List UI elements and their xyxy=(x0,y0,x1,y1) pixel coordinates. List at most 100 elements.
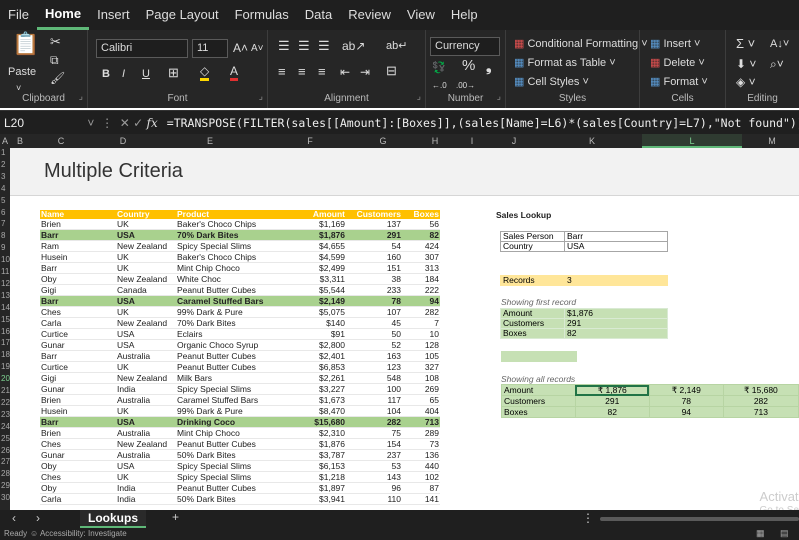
table-cell-product[interactable]: Caramel Stuffed Bars xyxy=(176,295,286,307)
table-row[interactable]: Husein UK Baker's Choco Chips $4,599 160 307 xyxy=(40,251,440,263)
table-cell-product[interactable]: 70% Dark Bites xyxy=(176,229,286,241)
table-cell-boxes[interactable]: 289 xyxy=(402,427,440,439)
row-header-9[interactable]: 9 xyxy=(0,243,10,253)
table-row[interactable]: Gigi Canada Peanut Butter Cubes $5,544 233 22… xyxy=(40,284,440,296)
table-cell-amount[interactable]: $91 xyxy=(286,328,346,340)
table-cell-boxes[interactable]: 94 xyxy=(402,295,440,307)
table-cell-product[interactable]: 70% Dark Bites xyxy=(176,317,286,329)
table-cell-name[interactable]: Brien xyxy=(40,394,116,406)
table-cell-name[interactable]: Ches xyxy=(40,471,116,483)
table-cell-name[interactable]: Barr xyxy=(40,262,116,274)
table-cell-boxes[interactable]: 404 xyxy=(402,405,440,417)
table-cell-amount[interactable]: $1,169 xyxy=(286,219,346,230)
cut-icon[interactable]: ✂ xyxy=(50,34,61,50)
table-cell-name[interactable]: Carla xyxy=(40,317,116,329)
table-cell-boxes[interactable]: 327 xyxy=(402,361,440,373)
column-header-g[interactable]: G xyxy=(354,134,412,148)
autosum-icon[interactable]: Σ ˅ xyxy=(736,36,755,52)
table-cell-customers[interactable]: 104 xyxy=(346,405,402,417)
row-header-25[interactable]: 25 xyxy=(0,434,10,444)
menu-insert[interactable]: Insert xyxy=(89,0,138,30)
table-cell-name[interactable]: Brien xyxy=(40,427,116,439)
table-row[interactable]: Curtice UK Peanut Butter Cubes $6,853 123 327 xyxy=(40,361,440,373)
table-cell-customers[interactable]: 548 xyxy=(346,372,402,384)
table-row[interactable]: Brien Australia Mint Chip Choco $2,310 75 289 xyxy=(40,427,440,439)
table-cell-customers[interactable]: 233 xyxy=(346,284,402,296)
table-cell-customers[interactable]: 160 xyxy=(346,251,402,263)
table-cell-product[interactable]: Peanut Butter Cubes xyxy=(176,482,286,494)
all-records-value[interactable]: 94 xyxy=(648,406,724,418)
all-records-value[interactable]: 78 xyxy=(648,395,724,407)
paste-button[interactable]: Paste xyxy=(8,64,36,80)
records-value[interactable]: 3 xyxy=(564,275,668,286)
table-row[interactable]: Carla New Zealand 70% Dark Bites $140 45 7 xyxy=(40,317,440,329)
table-cell-name[interactable]: Carla xyxy=(40,493,116,505)
table-cell-product[interactable]: Spicy Special Slims xyxy=(176,240,286,252)
font-family-select[interactable]: Calibri xyxy=(96,39,188,58)
table-cell-boxes[interactable]: 136 xyxy=(402,449,440,461)
table-cell-customers[interactable]: 137 xyxy=(346,219,402,230)
menu-formulas[interactable]: Formulas xyxy=(227,0,297,30)
paste-icon[interactable]: 📋 xyxy=(12,33,39,55)
all-records-value[interactable]: ₹ 15,680 xyxy=(722,384,799,396)
table-cell-name[interactable]: Curtice xyxy=(40,361,116,373)
table-row[interactable]: Oby USA Spicy Special Slims $6,153 53 440 xyxy=(40,460,440,472)
table-cell-amount[interactable]: $6,853 xyxy=(286,361,346,373)
horizontal-scrollbar[interactable] xyxy=(600,517,799,521)
table-cell-customers[interactable]: 50 xyxy=(346,328,402,340)
accounting-format-icon[interactable]: 💱 xyxy=(432,60,446,76)
table-cell-boxes[interactable]: 141 xyxy=(402,493,440,505)
table-cell-name[interactable]: Gunar xyxy=(40,339,116,351)
table-cell-customers[interactable]: 96 xyxy=(346,482,402,494)
row-header-21[interactable]: 21 xyxy=(0,386,10,396)
table-cell-name[interactable]: Brien xyxy=(40,219,116,230)
table-cell-customers[interactable]: 143 xyxy=(346,471,402,483)
menu-data[interactable]: Data xyxy=(297,0,340,30)
row-header-15[interactable]: 15 xyxy=(0,315,10,325)
table-cell-product[interactable]: Peanut Butter Cubes xyxy=(176,361,286,373)
table-row[interactable]: Ram New Zealand Spicy Special Slims $4,655 5… xyxy=(40,240,440,252)
table-cell-customers[interactable]: 117 xyxy=(346,394,402,406)
table-cell-amount[interactable]: $3,941 xyxy=(286,493,346,505)
table-row[interactable]: Gunar USA Organic Choco Syrup $2,800 52 128 xyxy=(40,339,440,351)
table-cell-boxes[interactable]: 128 xyxy=(402,339,440,351)
table-row[interactable]: Husein UK 99% Dark & Pure $8,470 104 404 xyxy=(40,405,440,417)
table-cell-country[interactable]: USA xyxy=(116,416,176,428)
table-row[interactable]: Ches New Zealand Peanut Butter Cubes $1,876… xyxy=(40,438,440,450)
table-row[interactable]: Gunar India Spicy Special Slims $3,227 100 26… xyxy=(40,383,440,395)
table-cell-country[interactable]: USA xyxy=(116,229,176,241)
table-cell-name[interactable]: Curtice xyxy=(40,328,116,340)
table-row[interactable]: Ches UK 99% Dark & Pure $5,075 107 282 xyxy=(40,306,440,318)
table-cell-country[interactable]: UK xyxy=(116,405,176,417)
row-header-11[interactable]: 11 xyxy=(0,267,10,277)
table-cell-product[interactable]: 50% Dark Bites xyxy=(176,449,286,461)
column-header-a[interactable]: A xyxy=(0,134,10,148)
table-cell-amount[interactable]: $1,673 xyxy=(286,394,346,406)
table-cell-amount[interactable]: $3,227 xyxy=(286,383,346,395)
table-cell-product[interactable]: Mint Chip Choco xyxy=(176,262,286,274)
table-cell-product[interactable]: Spicy Special Slims xyxy=(176,460,286,472)
table-cell-customers[interactable]: 54 xyxy=(346,240,402,252)
row-header-27[interactable]: 27 xyxy=(0,457,10,467)
column-header-f[interactable]: F xyxy=(266,134,354,148)
namebox-dropdown-icon[interactable]: ˅ xyxy=(87,116,94,130)
table-cell-amount[interactable]: $3,787 xyxy=(286,449,346,461)
more-icon[interactable]: ⋮ xyxy=(101,116,113,130)
table-cell-country[interactable]: UK xyxy=(116,219,176,230)
table-cell-amount[interactable]: $2,401 xyxy=(286,350,346,362)
table-cell-product[interactable]: Baker's Choco Chips xyxy=(176,219,286,230)
table-cell-boxes[interactable]: 7 xyxy=(402,317,440,329)
fill-color-icon[interactable]: ◇ xyxy=(200,65,210,81)
table-row[interactable]: Barr UK Mint Chip Choco $2,499 151 313 xyxy=(40,262,440,274)
tab-options-icon[interactable]: ⋮ xyxy=(582,511,594,525)
table-cell-country[interactable]: USA xyxy=(116,295,176,307)
table-cell-name[interactable]: Ches xyxy=(40,438,116,450)
table-cell-amount[interactable]: $3,311 xyxy=(286,273,346,285)
wrap-text-icon[interactable]: ab↵ xyxy=(386,38,407,54)
formula-input[interactable]: =TRANSPOSE(FILTER(sales[[Amount]:[Boxes]… xyxy=(167,116,799,130)
insert-function-icon[interactable]: fx xyxy=(147,116,158,130)
row-header-8[interactable]: 8 xyxy=(0,231,10,241)
row-header-30[interactable]: 30 xyxy=(0,493,10,503)
table-cell-amount[interactable]: $2,149 xyxy=(286,295,346,307)
column-header-d[interactable]: D xyxy=(92,134,154,148)
